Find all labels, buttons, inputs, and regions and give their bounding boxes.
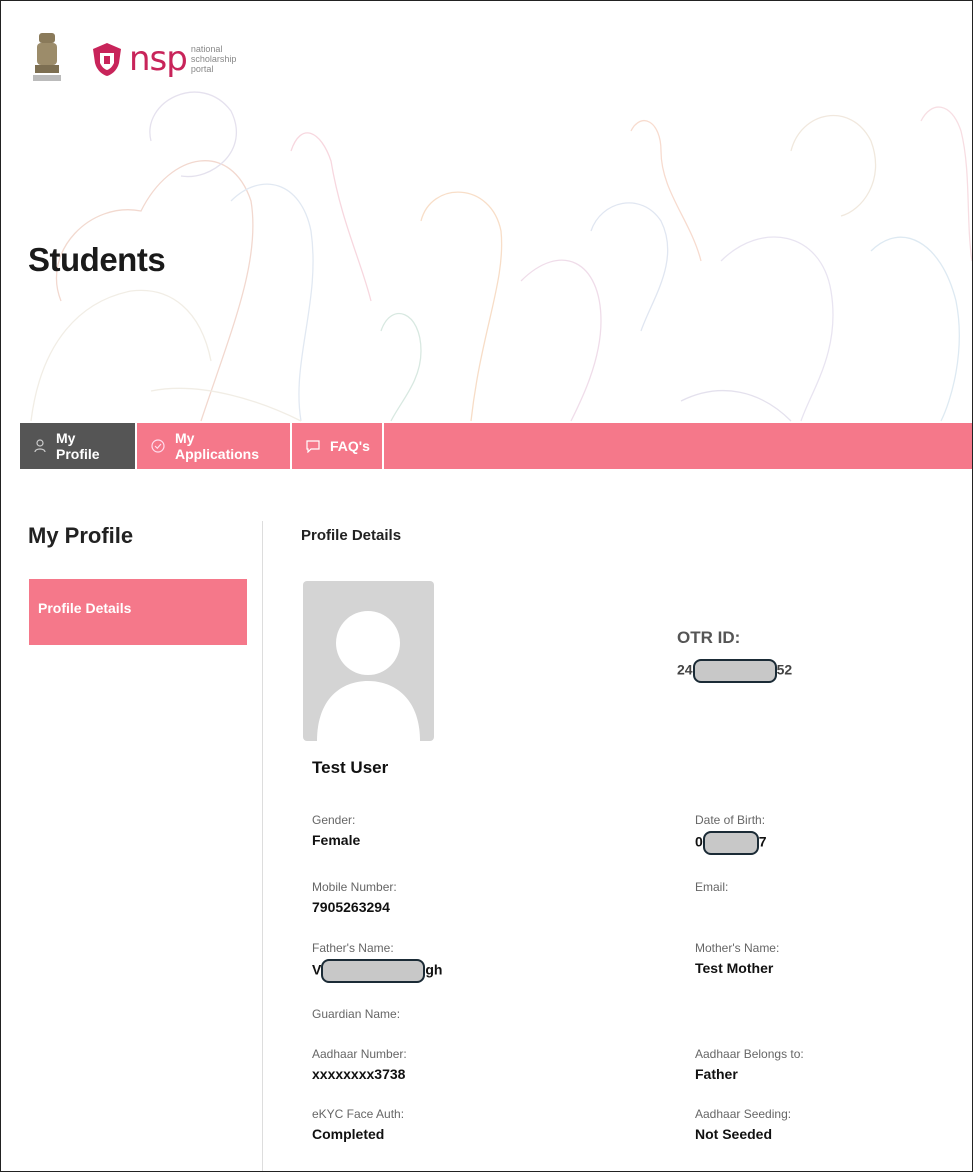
otr-id-value: 24 52 bbox=[677, 659, 792, 683]
tab-label: My Applications bbox=[175, 430, 260, 462]
main-nav: My Profile My Applications FAQ's bbox=[20, 423, 972, 469]
tab-label: FAQ's bbox=[330, 438, 370, 454]
field-aadhaar-belongs-to: Aadhaar Belongs to: Father bbox=[695, 1047, 804, 1082]
sidebar-title: My Profile bbox=[28, 523, 134, 548]
nsp-logo-text: nsp bbox=[129, 39, 188, 79]
check-circle-icon bbox=[151, 439, 165, 453]
field-aadhaar-seeding: Aadhaar Seeding: Not Seeded bbox=[695, 1107, 792, 1142]
field-guardian-name: Guardian Name: bbox=[312, 1007, 401, 1021]
field-mobile: Mobile Number: 7905263294 bbox=[312, 880, 397, 915]
tab-my-profile[interactable]: My Profile bbox=[20, 423, 137, 469]
page-frame: nsp national scholarship portal Students… bbox=[0, 0, 973, 1172]
field-email: Email: bbox=[695, 880, 729, 894]
field-father-name: Father's Name: Vgh bbox=[312, 940, 442, 983]
nsp-logo-subtitle: national scholarship portal bbox=[190, 44, 237, 74]
section-title: Profile Details bbox=[301, 527, 402, 544]
chat-bubble-icon bbox=[306, 439, 320, 453]
sidebar-item-label: Profile Details bbox=[38, 600, 132, 616]
otr-id-label: OTR ID: bbox=[677, 628, 741, 647]
profile-name: Test User bbox=[312, 758, 389, 777]
field-mother-name: Mother's Name: Test Mother bbox=[695, 941, 780, 976]
avatar-placeholder-icon bbox=[317, 611, 420, 741]
nsp-logo: nsp national scholarship portal bbox=[91, 41, 261, 77]
logo-area: nsp national scholarship portal bbox=[29, 29, 261, 89]
user-icon bbox=[34, 439, 46, 453]
redaction-mark bbox=[692, 659, 777, 683]
tab-faqs[interactable]: FAQ's bbox=[292, 423, 384, 469]
nsp-shield-icon bbox=[93, 43, 121, 76]
hero-banner: nsp national scholarship portal Students bbox=[1, 1, 972, 423]
redaction-mark bbox=[321, 959, 426, 983]
field-gender: Gender: Female bbox=[312, 813, 361, 848]
state-emblem-icon bbox=[33, 33, 61, 81]
page-title: Students bbox=[28, 241, 166, 278]
field-aadhaar-number: Aadhaar Number: xxxxxxxx3738 bbox=[312, 1047, 407, 1082]
tab-my-applications[interactable]: My Applications bbox=[137, 423, 292, 469]
field-date-of-birth: Date of Birth: 07 bbox=[695, 812, 767, 855]
field-ekyc-face-auth: eKYC Face Auth: Completed bbox=[312, 1107, 405, 1142]
redaction-mark bbox=[702, 831, 759, 855]
sidebar-item-profile-details[interactable]: Profile Details bbox=[29, 579, 247, 645]
tab-label: My Profile bbox=[56, 430, 100, 462]
avatar bbox=[303, 581, 434, 741]
vertical-divider bbox=[262, 521, 263, 1171]
